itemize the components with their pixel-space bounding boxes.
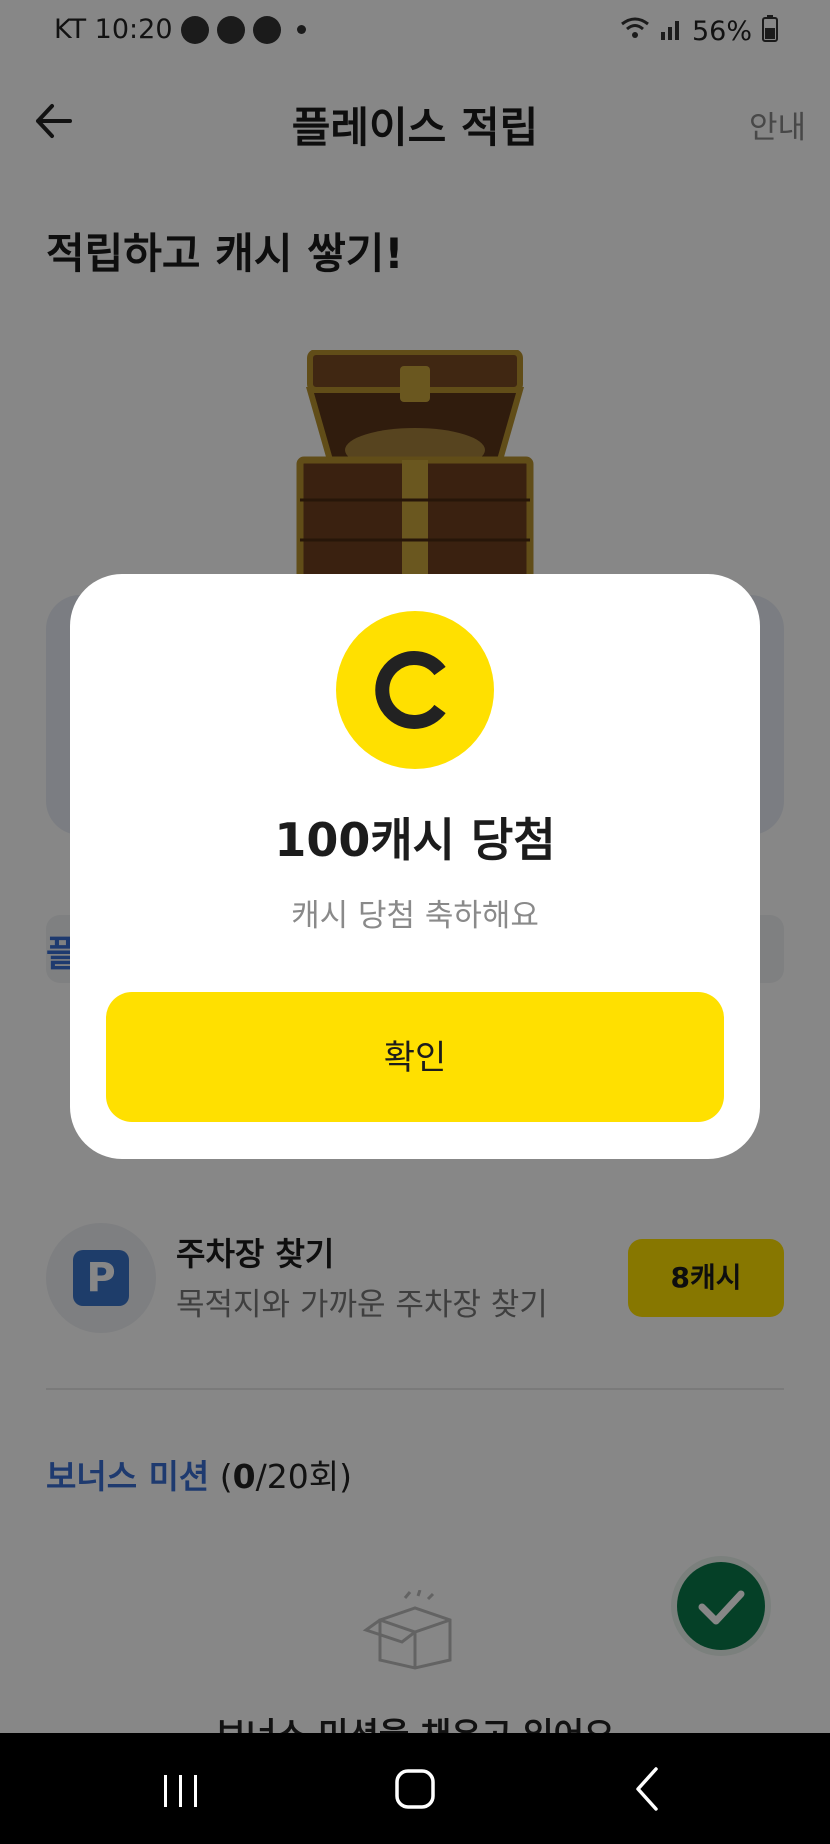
back-nav-icon[interactable] <box>632 1765 662 1813</box>
dialog-title: 100캐시 당첨 <box>274 813 556 867</box>
dialog-subtitle: 캐시 당첨 축하해요 <box>291 898 539 934</box>
system-nav-bar <box>0 1733 830 1844</box>
recent-apps-icon[interactable] <box>160 1773 202 1809</box>
cash-coin-icon <box>336 611 494 769</box>
reward-dialog: 100캐시 당첨 캐시 당첨 축하해요 확인 <box>70 574 760 1159</box>
confirm-button[interactable]: 확인 <box>106 992 724 1122</box>
home-icon[interactable] <box>393 1767 437 1811</box>
